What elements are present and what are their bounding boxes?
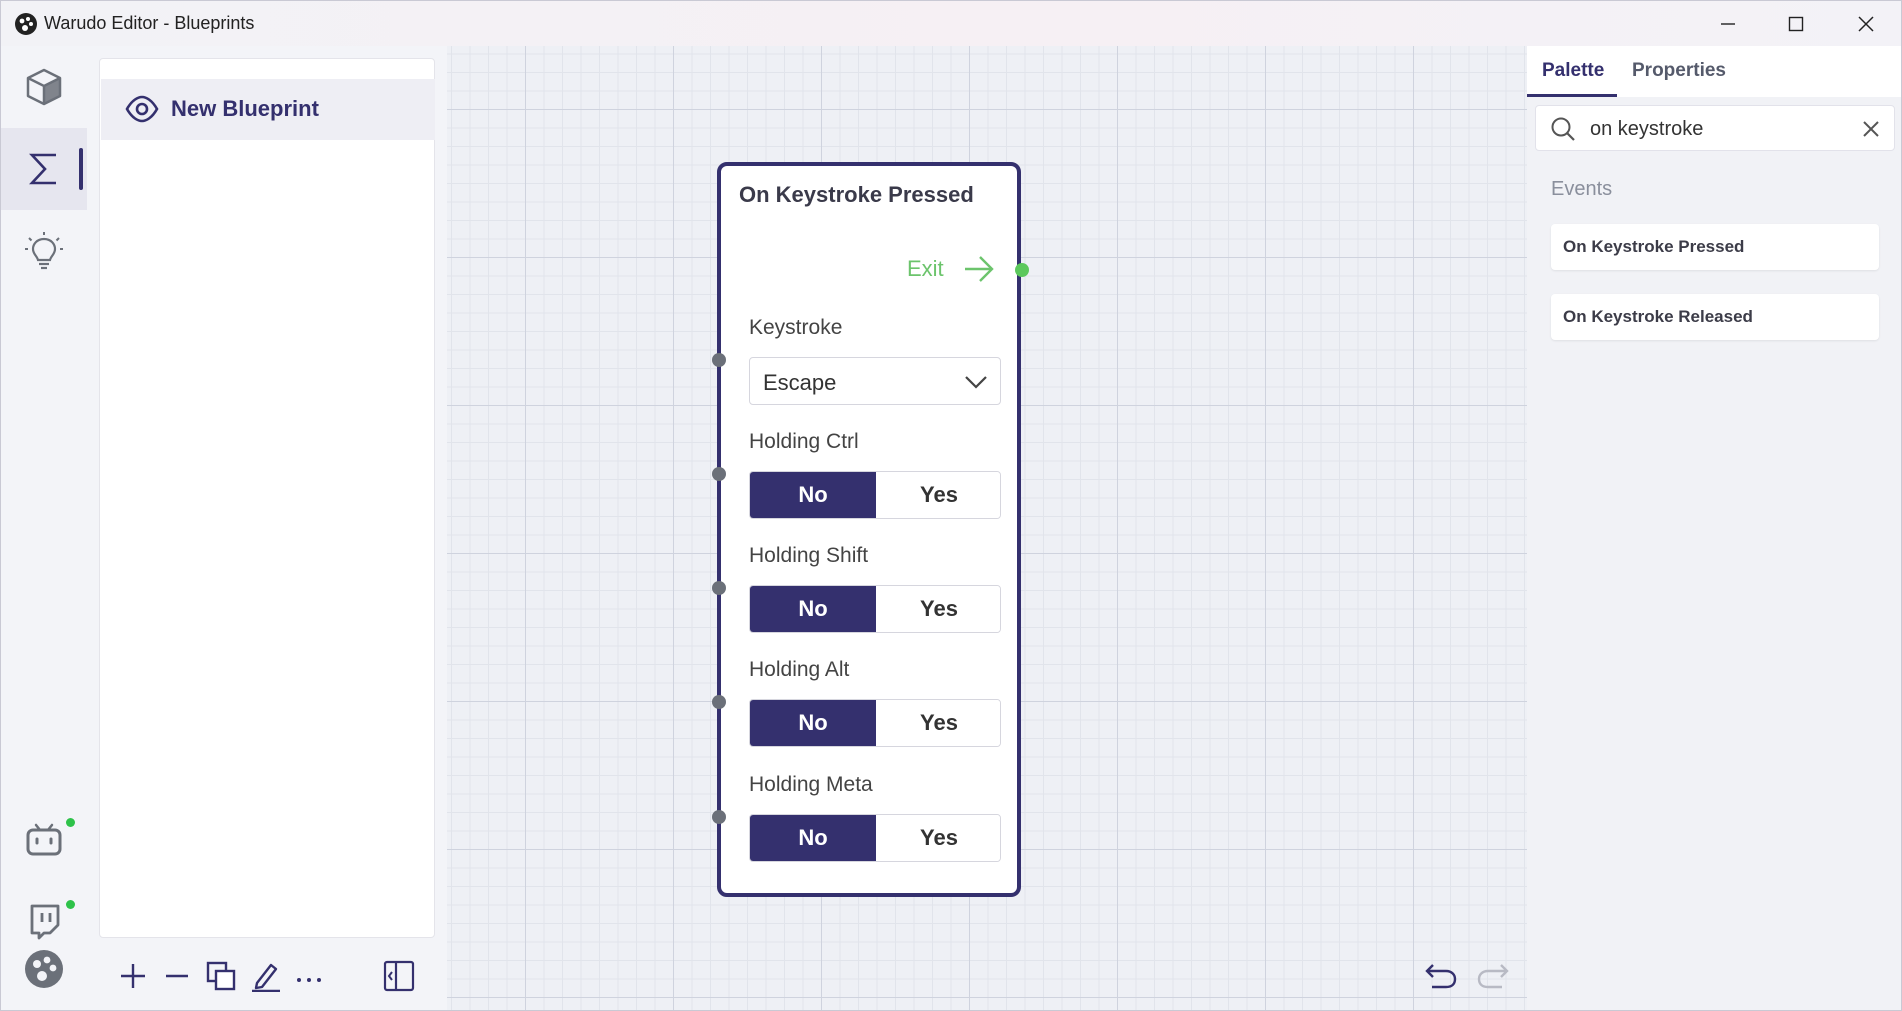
section-title-events: Events — [1551, 178, 1613, 200]
holding-shift-toggle: No Yes — [749, 585, 1001, 633]
clear-search-icon[interactable] — [1862, 120, 1880, 138]
holding-ctrl-label: Holding Ctrl — [749, 430, 859, 453]
rail-item-plugins[interactable] — [1, 210, 87, 292]
redo-button[interactable] — [1473, 956, 1513, 996]
minus-icon — [166, 974, 188, 978]
online-status-dot — [66, 818, 75, 827]
sigma-icon — [29, 153, 56, 185]
duplicate-blueprint-button[interactable] — [199, 954, 243, 998]
keystroke-value: Escape — [763, 370, 837, 395]
holding-meta-label: Holding Meta — [749, 773, 873, 796]
holding-ctrl-toggle: No Yes — [749, 471, 1001, 519]
rail-item-scene[interactable] — [1, 46, 87, 128]
holding-alt-yes-option[interactable]: Yes — [876, 700, 1000, 746]
holding-meta-no-option[interactable]: No — [750, 815, 876, 861]
eye-icon[interactable] — [125, 94, 159, 124]
app-window: Warudo Editor - Blueprints New Blueprint… — [0, 0, 1902, 1011]
chevron-down-icon — [965, 376, 987, 389]
maximize-icon — [1788, 16, 1804, 31]
undo-icon — [1425, 964, 1457, 989]
close-icon — [1858, 15, 1874, 32]
holding-shift-no-option[interactable]: No — [750, 586, 876, 632]
search-input[interactable] — [1590, 115, 1850, 143]
holding-alt-no-option[interactable]: No — [750, 700, 876, 746]
window-title: Warudo Editor - Blueprints — [44, 13, 255, 33]
holding-shift-label: Holding Shift — [749, 544, 869, 567]
right-panel: Palette Properties Events On Keystroke P… — [1527, 46, 1901, 1010]
holding-alt-label: Holding Alt — [749, 658, 850, 681]
maximize-button[interactable] — [1761, 1, 1831, 46]
remove-blueprint-button[interactable] — [155, 954, 199, 998]
holding-shift-input-port[interactable] — [712, 581, 726, 595]
keystroke-input-port[interactable] — [712, 353, 726, 367]
palette-search — [1535, 105, 1895, 151]
exit-port-label: Exit — [907, 256, 944, 281]
holding-ctrl-input-port[interactable] — [712, 467, 726, 481]
cube-icon — [26, 68, 62, 106]
blueprint-list-item[interactable]: New Blueprint — [101, 79, 435, 140]
collapse-panel-button[interactable] — [377, 954, 421, 998]
undo-button[interactable] — [1421, 956, 1461, 996]
minimize-icon — [1721, 22, 1735, 25]
holding-ctrl-yes-option[interactable]: Yes — [876, 472, 1000, 518]
palette-item-on-keystroke-pressed[interactable]: On Keystroke Pressed — [1551, 224, 1879, 270]
navigation-rail — [1, 46, 87, 1010]
keystroke-dropdown[interactable]: Escape — [749, 357, 1001, 405]
active-tab-underline — [1527, 94, 1617, 97]
warudo-logo-icon — [25, 950, 63, 988]
holding-ctrl-no-option[interactable]: No — [750, 472, 876, 518]
warudo-app-icon — [15, 13, 37, 35]
minimize-button[interactable] — [1693, 1, 1763, 46]
lightbulb-icon — [25, 232, 63, 270]
search-icon — [1551, 117, 1575, 141]
close-window-button[interactable] — [1831, 1, 1901, 46]
holding-meta-yes-option[interactable]: Yes — [876, 815, 1000, 861]
redo-icon — [1477, 964, 1509, 989]
tab-palette[interactable]: Palette — [1542, 60, 1604, 82]
more-horizontal-icon — [297, 978, 321, 982]
rename-blueprint-button[interactable] — [243, 954, 287, 998]
keystroke-label: Keystroke — [749, 316, 843, 339]
node-title: On Keystroke Pressed — [739, 182, 974, 207]
exit-flow-port[interactable] — [1015, 263, 1029, 277]
holding-alt-input-port[interactable] — [712, 695, 726, 709]
active-indicator — [79, 148, 83, 190]
blueprint-toolbar — [99, 946, 435, 1006]
title-bar: Warudo Editor - Blueprints — [1, 1, 1901, 46]
holding-shift-yes-option[interactable]: Yes — [876, 586, 1000, 632]
bilibili-icon — [26, 823, 62, 856]
holding-meta-toggle: No Yes — [749, 814, 1001, 862]
panel-tabs: Palette Properties — [1527, 46, 1901, 97]
add-blueprint-button[interactable] — [111, 954, 155, 998]
palette-item-label: On Keystroke Pressed — [1563, 237, 1745, 256]
online-status-dot — [66, 900, 75, 909]
arrow-right-icon — [965, 256, 994, 282]
pencil-icon — [252, 963, 280, 992]
more-options-button[interactable] — [287, 954, 331, 998]
tab-properties[interactable]: Properties — [1632, 60, 1726, 82]
collapse-sidebar-icon — [383, 960, 415, 992]
holding-alt-toggle: No Yes — [749, 699, 1001, 747]
palette-item-on-keystroke-released[interactable]: On Keystroke Released — [1551, 294, 1879, 340]
blueprint-name: New Blueprint — [171, 96, 319, 121]
palette-item-label: On Keystroke Released — [1563, 307, 1753, 326]
blueprint-list-panel: New Blueprint — [99, 58, 435, 938]
holding-meta-input-port[interactable] — [712, 810, 726, 824]
node-on-keystroke-pressed[interactable]: On Keystroke Pressed Exit Keystroke Esca… — [712, 162, 1029, 897]
duplicate-icon — [206, 961, 236, 991]
rail-item-bilibili[interactable] — [1, 799, 87, 881]
rail-item-blueprints[interactable] — [1, 128, 87, 210]
rail-item-about[interactable] — [1, 928, 87, 1010]
plus-icon — [121, 964, 145, 988]
